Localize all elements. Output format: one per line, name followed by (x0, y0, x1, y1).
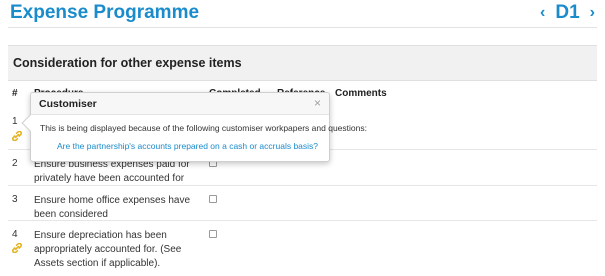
close-icon[interactable]: × (314, 96, 321, 110)
table-row: 3 Ensure home office expenses have been … (8, 186, 597, 221)
link-icon[interactable] (12, 243, 22, 253)
section-title: Consideration for other expense items (13, 56, 242, 70)
page-navigation: ‹ D1 › (540, 2, 595, 24)
popover-header: Customiser × (31, 93, 329, 115)
completed-checkbox[interactable] (209, 230, 217, 238)
row-number: 2 (12, 158, 18, 169)
section-header: Consideration for other expense items (8, 45, 597, 81)
popover-description: This is being displayed because of the f… (40, 123, 367, 133)
procedure-text: Ensure home office expenses have been co… (34, 195, 191, 220)
link-icon[interactable] (12, 131, 22, 141)
table-row: 4 Ensure depreciation has been appropria… (8, 221, 597, 276)
completed-checkbox[interactable] (209, 195, 217, 203)
row-number: 1 (12, 116, 18, 127)
customiser-question-link[interactable]: Are the partnership's accounts prepared … (57, 141, 318, 151)
procedure-text: Ensure depreciation has been appropriate… (34, 230, 182, 269)
customiser-popover: Customiser × This is being displayed bec… (21, 92, 367, 162)
page-title: Expense Programme (10, 2, 200, 23)
row-number: 3 (12, 194, 18, 205)
column-header-number: # (12, 88, 18, 99)
chevron-right-icon[interactable]: › (590, 2, 595, 24)
procedure-text: Ensure business expenses paid for privat… (34, 159, 190, 184)
header-divider (8, 27, 597, 28)
popover-title: Customiser (39, 98, 97, 110)
page-code: D1 (555, 2, 580, 23)
row-number: 4 (12, 229, 18, 240)
chevron-left-icon[interactable]: ‹ (540, 2, 545, 24)
column-header-comments: Comments (335, 88, 387, 99)
page-header: Expense Programme ‹ D1 › (0, 0, 605, 30)
